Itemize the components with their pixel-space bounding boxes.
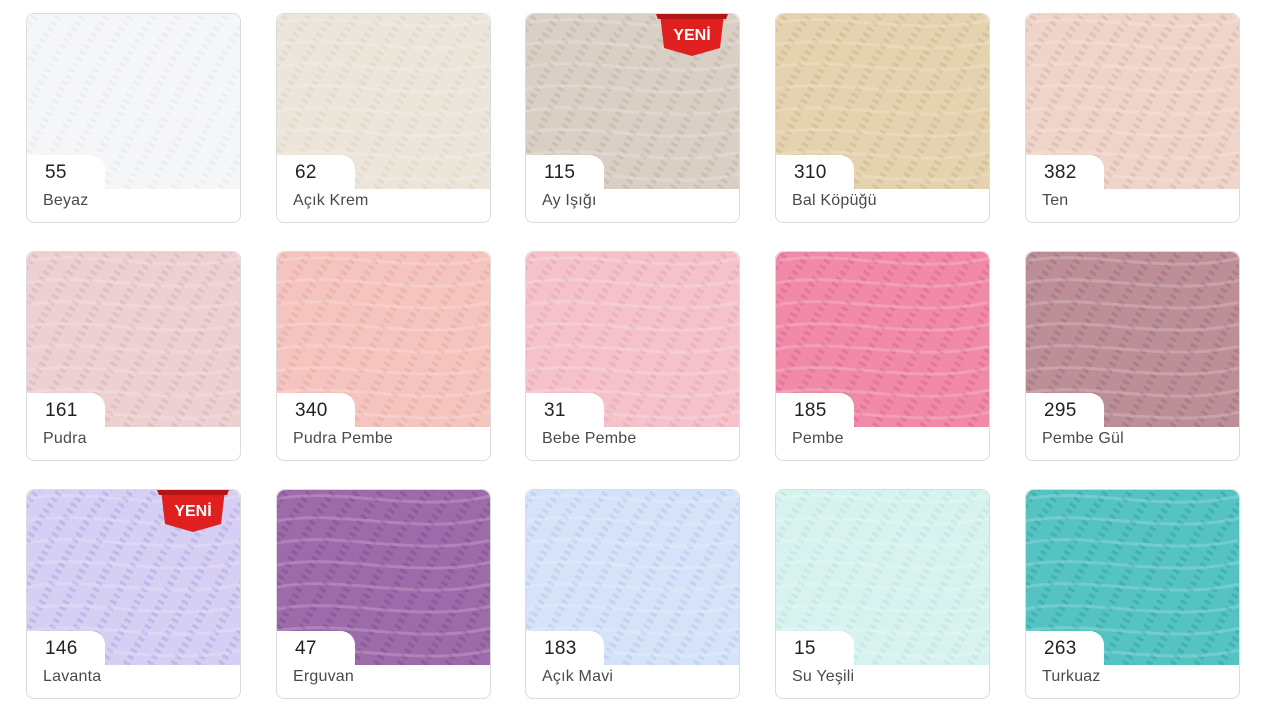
color-code: 55 (27, 155, 105, 189)
color-swatch-grid: 55 Beyaz 62 Açık Krem 115 Ay Işığı YENİ … (0, 0, 1280, 720)
color-name: Bal Köpüğü (792, 192, 877, 209)
color-code: 183 (526, 631, 604, 665)
color-name: Pembe Gül (1042, 430, 1124, 447)
color-name: Açık Mavi (542, 668, 614, 685)
color-code: 15 (776, 631, 854, 665)
color-name: Pudra (43, 430, 87, 447)
color-name: Erguvan (293, 668, 354, 685)
color-card[interactable]: 62 Açık Krem (276, 13, 491, 223)
color-code: 310 (776, 155, 854, 189)
new-badge: YENİ (656, 14, 728, 58)
color-code: 62 (277, 155, 355, 189)
color-card[interactable]: 55 Beyaz (26, 13, 241, 223)
color-name: Turkuaz (1042, 668, 1101, 685)
color-name: Pembe (792, 430, 844, 447)
color-card[interactable]: 183 Açık Mavi (525, 489, 740, 699)
color-card[interactable]: 15 Su Yeşili (775, 489, 990, 699)
color-code: 340 (277, 393, 355, 427)
color-code: 295 (1026, 393, 1104, 427)
color-name: Açık Krem (293, 192, 369, 209)
new-badge-label: YENİ (174, 502, 211, 520)
color-name: Lavanta (43, 668, 102, 685)
color-code: 382 (1026, 155, 1104, 189)
color-card[interactable]: 310 Bal Köpüğü (775, 13, 990, 223)
color-card[interactable]: 31 Bebe Pembe (525, 251, 740, 461)
new-badge: YENİ (157, 490, 229, 534)
color-card[interactable]: 47 Erguvan (276, 489, 491, 699)
color-card[interactable]: 295 Pembe Gül (1025, 251, 1240, 461)
color-name: Ay Işığı (542, 192, 597, 209)
color-card[interactable]: 185 Pembe (775, 251, 990, 461)
color-card[interactable]: 340 Pudra Pembe (276, 251, 491, 461)
color-name: Su Yeşili (792, 668, 855, 685)
color-code: 161 (27, 393, 105, 427)
color-code: 146 (27, 631, 105, 665)
color-name: Beyaz (43, 192, 89, 209)
color-code: 263 (1026, 631, 1104, 665)
color-card[interactable]: 382 Ten (1025, 13, 1240, 223)
color-card[interactable]: 146 Lavanta YENİ (26, 489, 241, 699)
color-code: 31 (526, 393, 604, 427)
new-badge-label: YENİ (673, 26, 710, 44)
color-name: Ten (1042, 192, 1069, 209)
color-card[interactable]: 115 Ay Işığı YENİ (525, 13, 740, 223)
color-code: 47 (277, 631, 355, 665)
color-card[interactable]: 263 Turkuaz (1025, 489, 1240, 699)
color-name: Pudra Pembe (293, 430, 394, 447)
color-card[interactable]: 161 Pudra (26, 251, 241, 461)
color-code: 115 (526, 155, 604, 189)
color-name: Bebe Pembe (542, 430, 637, 447)
color-code: 185 (776, 393, 854, 427)
